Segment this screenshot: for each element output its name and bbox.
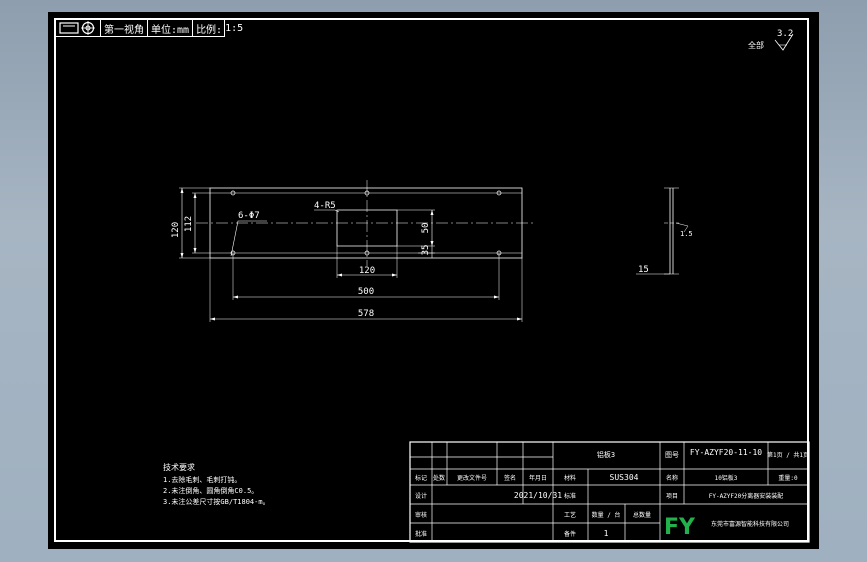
tb-drawing-no-label: 图号 [665, 451, 679, 459]
tb-material: SUS304 [610, 473, 639, 482]
tb-designer-label: 设计 [415, 492, 427, 500]
radius-callout: 4-R5 [314, 201, 336, 211]
tb-total-label: 总数量 [633, 511, 651, 519]
roughness-label: 全部 [748, 40, 764, 50]
technical-notes: 技术要求 1.去除毛刺、毛刺打钝。 2.未注倒角、圆角倒角C0.5。 3.未注公… [163, 462, 270, 506]
tb-part-label: 铝板3 [597, 450, 615, 459]
tb-company: 东莞市富源智能科技有限公司 [711, 520, 789, 528]
dim-overall-width: 578 [358, 309, 374, 319]
tb-material-label: 材料 [564, 474, 576, 482]
notes-title: 技术要求 [163, 462, 195, 472]
tb-col-change: 更改文件号 [457, 474, 487, 482]
tb-drawing-no: FY-AZYF20-11-10 [690, 448, 762, 457]
tb-qty-value: 1 [604, 529, 609, 538]
tb-project-value: FY-AZYF20分离器安装装配 [709, 492, 784, 500]
dim-hole-span: 500 [358, 287, 374, 297]
dim-height-outer: 120 [171, 222, 181, 238]
cad-drawing: 120 112 50 35 120 500 578 6-Φ7 4-R5 1.5 … [163, 29, 810, 543]
note-line-3: 3.未注公差尺寸按GB/T1804-m。 [163, 497, 270, 506]
note-line-1: 1.去除毛刺、毛刺打钝。 [163, 475, 241, 484]
dim-cutout-width: 120 [359, 266, 375, 276]
tb-qty-label: 数量 / 台 [592, 511, 621, 519]
tb-project-label: 项目 [666, 493, 678, 500]
dim-height-inner: 112 [184, 216, 194, 232]
dim-side-15: 15 [638, 265, 649, 275]
drawing-sheet: 第一视角 单位:mm 比例: 1:5 120 112 50 35 120 500… [48, 12, 819, 549]
tb-name-label: 名称 [666, 474, 678, 482]
tb-col-count: 处数 [433, 474, 445, 482]
tb-sheet: 第1页 / 共1页 [767, 451, 809, 459]
title-block: 铝板3 图号 FY-AZYF20-11-10 第1页 / 共1页 标记 处数 更… [409, 441, 810, 543]
tb-process-label: 工艺 [564, 511, 576, 519]
tb-name-value: 10铝板3 [715, 474, 738, 482]
tb-col-sign: 签名 [504, 474, 516, 482]
tb-review-label: 审核 [415, 511, 427, 519]
roughness-symbol: 全部 3.2 [748, 29, 794, 51]
tb-weight: 重量:0 [778, 474, 798, 482]
hole-callout: 6-Φ7 [238, 211, 260, 221]
tb-date: 2021/10/31 [514, 491, 562, 500]
front-view [179, 180, 536, 322]
tb-col-mark: 标记 [415, 474, 427, 482]
dim-cutout-height: 50 [421, 223, 431, 234]
note-line-2: 2.未注倒角、圆角倒角C0.5。 [163, 486, 258, 495]
tb-col-date: 年月日 [529, 474, 547, 482]
tb-spare-label: 备件 [564, 530, 576, 538]
dim-side-thickness: 1.5 [680, 230, 693, 238]
dim-cutout-offset: 35 [421, 245, 431, 256]
tb-approve-label: 批准 [415, 530, 427, 538]
tb-std-label: 标准 [564, 492, 576, 500]
company-logo: FY [664, 515, 696, 540]
